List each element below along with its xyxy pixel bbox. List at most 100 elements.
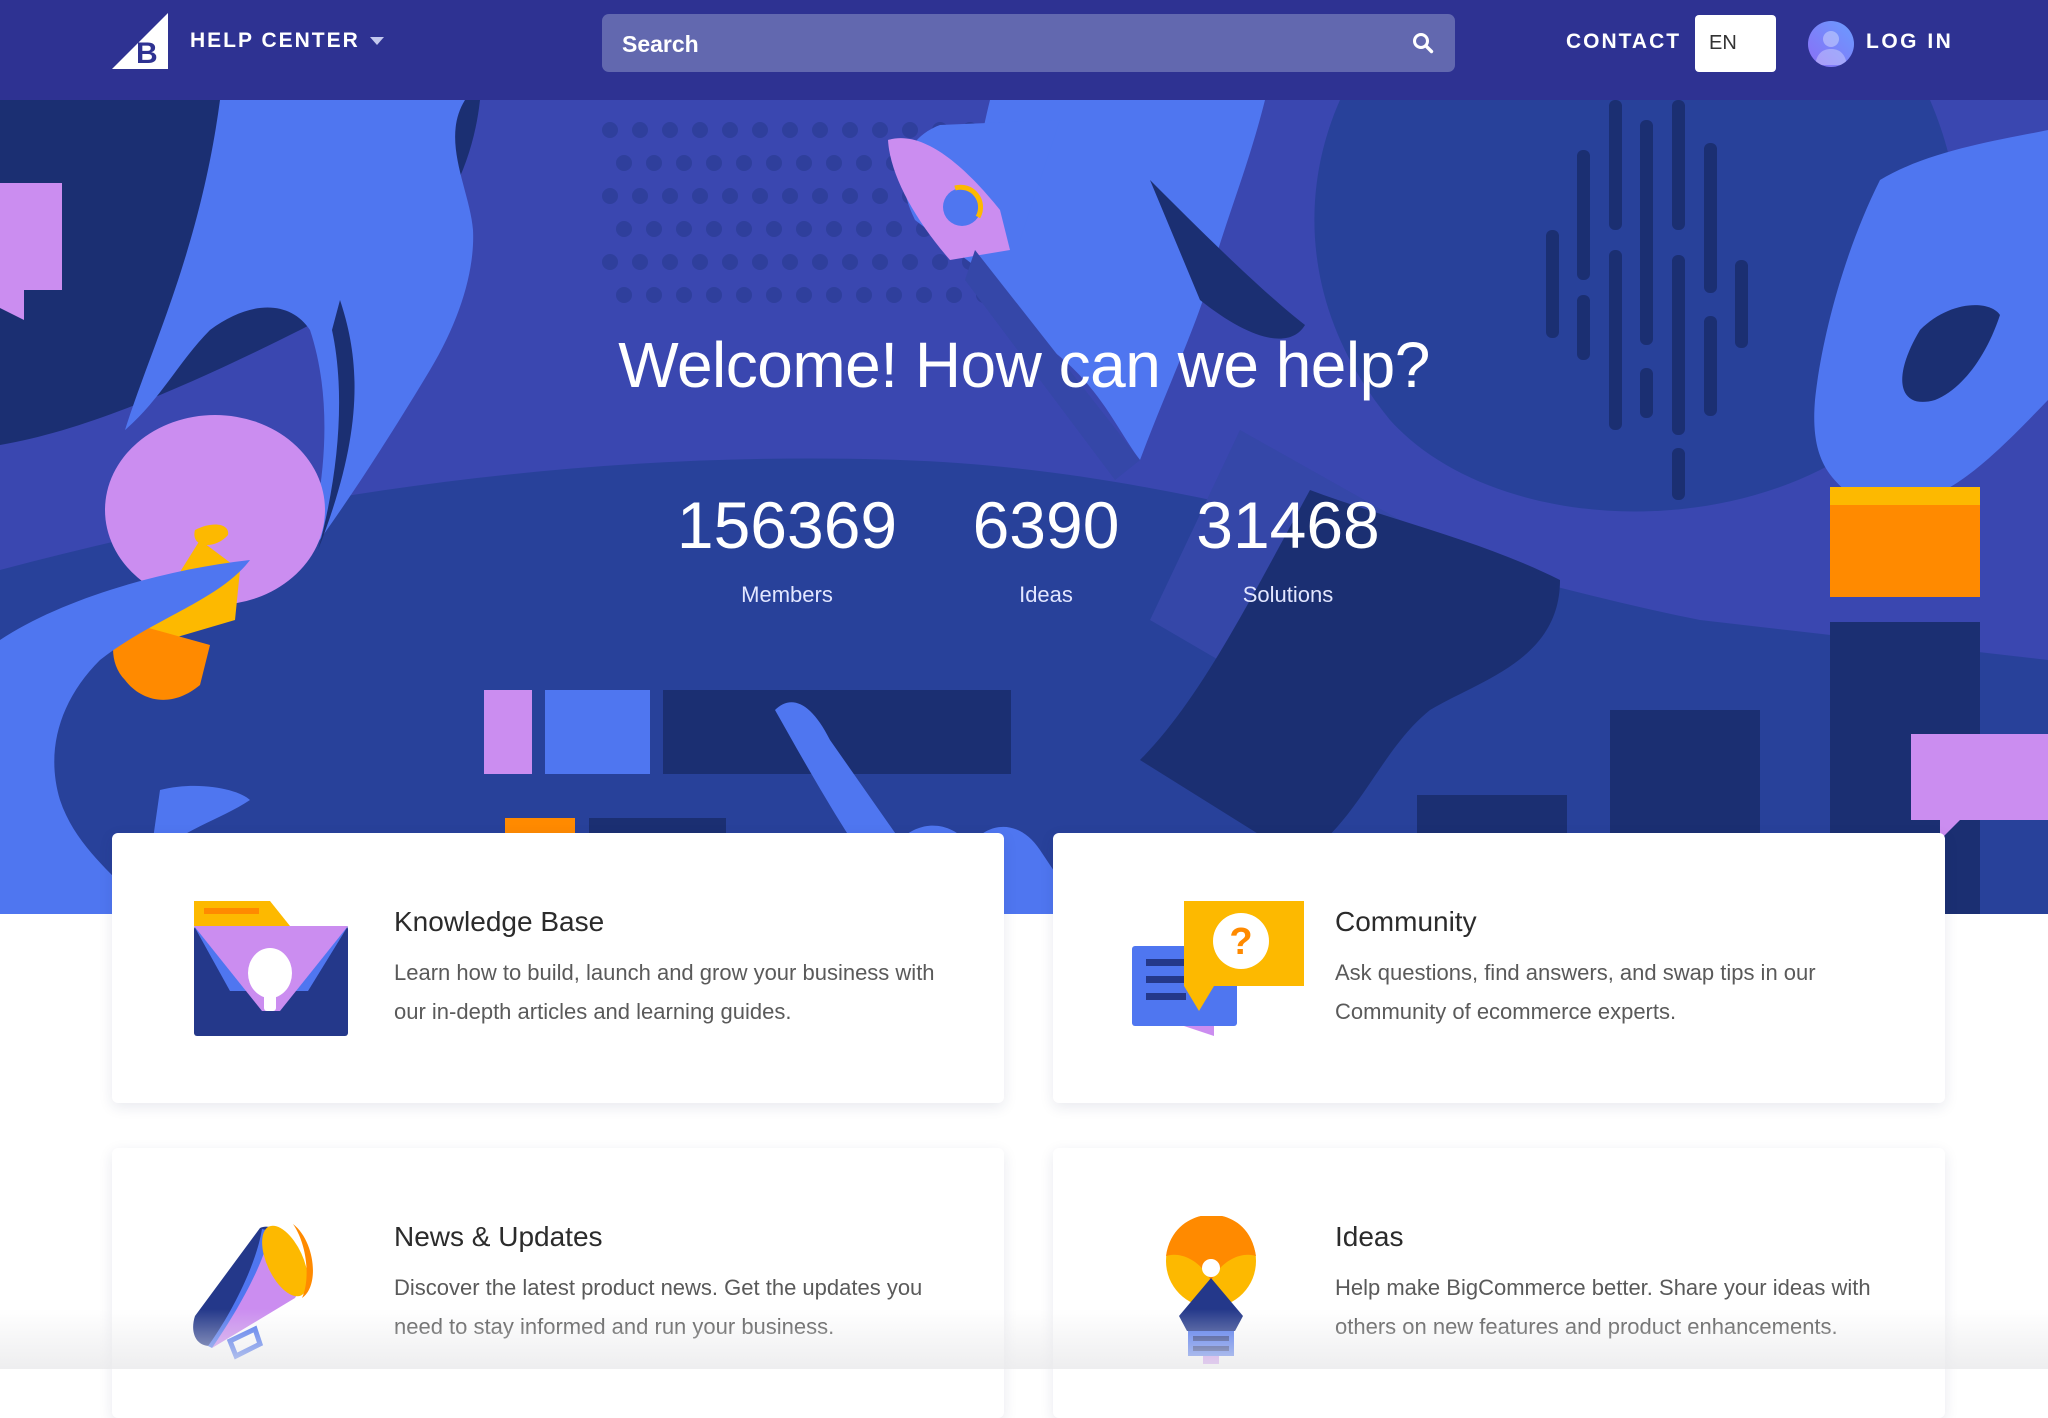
dot [616, 287, 632, 303]
hero-title: Welcome! How can we help? [618, 329, 1430, 401]
dot [706, 287, 722, 303]
login-link[interactable]: LOG IN [1866, 30, 1953, 54]
dot [796, 221, 812, 237]
bigcommerce-logo-icon[interactable]: B [112, 13, 168, 69]
card-knowledge-base[interactable]: Knowledge Base Learn how to build, launc… [112, 833, 1004, 1103]
dot [662, 254, 678, 270]
dot [812, 188, 828, 204]
dot [796, 155, 812, 171]
stat-solutions: 31468 Solutions [1158, 480, 1418, 612]
stat-members: 156369 Members [657, 480, 917, 612]
dot [796, 287, 812, 303]
card-description: Learn how to build, launch and grow your… [394, 960, 935, 1024]
dot [812, 254, 828, 270]
dot [842, 254, 858, 270]
lightbulb-icon [1166, 1216, 1256, 1364]
language-value: EN [1709, 32, 1737, 54]
dot [826, 221, 842, 237]
dot [856, 155, 872, 171]
svg-text:B: B [136, 37, 158, 69]
stat-value: 6390 [972, 488, 1120, 562]
lilac-block-shape [484, 690, 532, 774]
blue-block-shape [545, 690, 650, 774]
dot [752, 122, 768, 138]
dot [662, 122, 678, 138]
dot [646, 221, 662, 237]
dot [602, 188, 618, 204]
stat-label: Ideas [1019, 582, 1073, 607]
dot [676, 155, 692, 171]
top-navigation-bar: B HELP CENTER CONTACT EN LOG IN [0, 0, 2048, 100]
dot [706, 155, 722, 171]
dot [946, 287, 962, 303]
dot [872, 254, 888, 270]
card-title: Community [1335, 906, 1477, 937]
card-ideas[interactable]: Ideas Help make BigCommerce better. Shar… [1053, 1148, 1945, 1418]
dot [692, 188, 708, 204]
megaphone-icon [193, 1224, 313, 1360]
dot [902, 122, 918, 138]
dot [766, 221, 782, 237]
contact-link[interactable]: CONTACT [1566, 30, 1681, 54]
card-description: Ask questions, find answers, and swap ti… [1335, 960, 1816, 1024]
dot [872, 188, 888, 204]
dot [602, 254, 618, 270]
card-description: Discover the latest product news. Get th… [394, 1275, 923, 1339]
chat-question-icon: ? [1132, 901, 1304, 1036]
dot [826, 287, 842, 303]
dot [632, 188, 648, 204]
dot [916, 287, 932, 303]
language-selector[interactable]: EN [1695, 15, 1776, 72]
dot [886, 221, 902, 237]
dot [736, 221, 752, 237]
dot [722, 122, 738, 138]
dot [886, 287, 902, 303]
dot [782, 188, 798, 204]
help-center-menu[interactable]: HELP CENTER [190, 26, 384, 56]
card-title: Ideas [1335, 1221, 1404, 1252]
dot [646, 155, 662, 171]
card-news-updates[interactable]: News & Updates Discover the latest produ… [112, 1148, 1004, 1418]
dot [752, 254, 768, 270]
dot [602, 122, 618, 138]
dot [632, 122, 648, 138]
user-avatar-icon[interactable] [1808, 21, 1854, 67]
help-center-label: HELP CENTER [190, 29, 360, 52]
dot [736, 155, 752, 171]
dot [736, 287, 752, 303]
stat-value: 156369 [676, 488, 898, 562]
dot [782, 254, 798, 270]
dot [932, 254, 948, 270]
search-bar [602, 14, 1455, 74]
dot [646, 287, 662, 303]
dot [722, 188, 738, 204]
stat-ideas: 6390 Ideas [916, 480, 1176, 612]
dot [782, 122, 798, 138]
dot [632, 254, 648, 270]
dot [766, 287, 782, 303]
folder-lightbulb-icon [194, 901, 348, 1036]
hero-banner: Welcome! How can we help? 156369 Members… [0, 100, 2048, 914]
dot [616, 155, 632, 171]
dot [902, 254, 918, 270]
chevron-down-icon [369, 37, 384, 45]
dot [812, 122, 828, 138]
dot [662, 188, 678, 204]
card-description: Help make BigCommerce better. Share your… [1335, 1275, 1871, 1339]
dot [616, 221, 632, 237]
dot [722, 254, 738, 270]
dot [826, 155, 842, 171]
dot [842, 188, 858, 204]
dot [872, 122, 888, 138]
dot [692, 254, 708, 270]
card-title: News & Updates [394, 1221, 603, 1252]
card-community[interactable]: ? Community Ask questions, find answers,… [1053, 833, 1945, 1103]
svg-text:?: ? [1229, 921, 1252, 963]
dot [856, 287, 872, 303]
dot [692, 122, 708, 138]
search-input[interactable] [620, 14, 1384, 74]
dot [752, 188, 768, 204]
dot [706, 221, 722, 237]
search-icon[interactable] [1411, 31, 1435, 55]
stat-label: Members [741, 582, 833, 607]
